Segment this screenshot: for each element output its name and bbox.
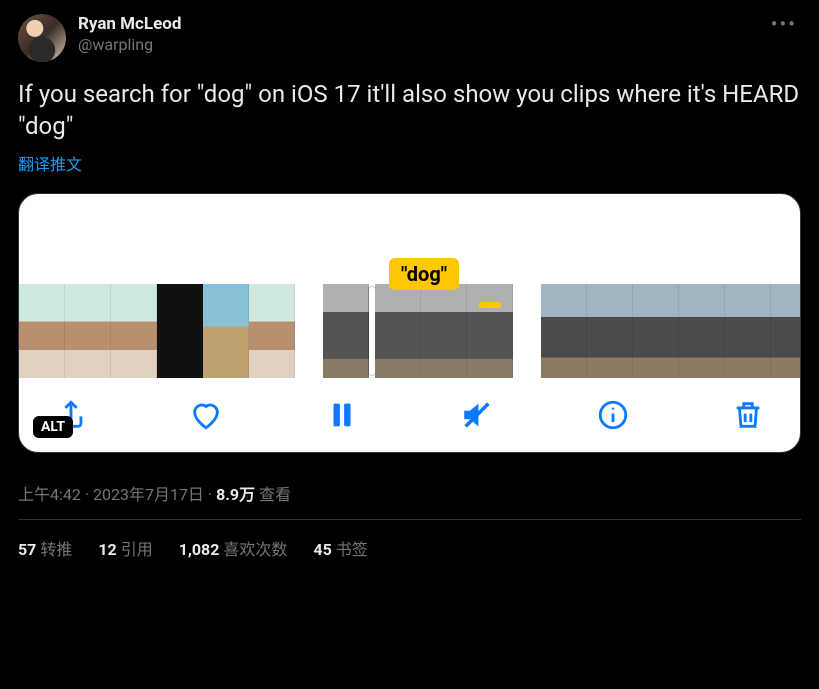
- thumbnail: [249, 284, 295, 378]
- tweet-time[interactable]: 上午4:42: [18, 485, 81, 504]
- clip-group-2[interactable]: [323, 284, 513, 378]
- media-card: "dog": [18, 193, 801, 453]
- thumbnail: [725, 284, 771, 378]
- thumbnail: [679, 284, 725, 378]
- more-icon[interactable]: •••: [771, 14, 797, 34]
- thumbnail: [19, 284, 65, 378]
- user-name-block[interactable]: Ryan McLeod @warpling: [78, 14, 181, 55]
- meta-row: 上午4:42 · 2023年7月17日 · 8.9万 查看: [0, 481, 819, 505]
- retweets-stat[interactable]: 57转推: [18, 536, 72, 560]
- bookmarks-stat[interactable]: 45书签: [313, 536, 367, 560]
- stats-row: 57转推 12引用 1,082喜欢次数 45书签: [0, 520, 819, 564]
- alt-badge[interactable]: ALT: [33, 416, 73, 438]
- views-count: 8.9万: [216, 485, 255, 504]
- search-tooltip: "dog": [389, 258, 459, 290]
- trash-icon[interactable]: [726, 393, 770, 437]
- video-timeline[interactable]: [19, 284, 800, 378]
- thumbnail: [633, 284, 679, 378]
- thumbnail: [375, 284, 421, 378]
- thumbnail: [421, 284, 467, 378]
- display-name: Ryan McLeod: [78, 14, 181, 35]
- thumbnail: [65, 284, 111, 378]
- quotes-stat[interactable]: 12引用: [98, 536, 152, 560]
- views-label: 查看: [255, 485, 291, 504]
- heart-icon[interactable]: [184, 393, 228, 437]
- media-top: "dog": [19, 194, 800, 284]
- avatar[interactable]: [18, 14, 66, 62]
- thumbnail: [587, 284, 633, 378]
- thumbnail: [157, 284, 203, 378]
- pause-icon[interactable]: [320, 393, 364, 437]
- media-toolbar: [19, 378, 800, 452]
- thumbnail: [203, 284, 249, 378]
- thumbnail: [323, 284, 369, 378]
- thumbnail: [771, 284, 801, 378]
- tweet-date[interactable]: 2023年7月17日: [93, 485, 204, 504]
- info-icon[interactable]: [591, 393, 635, 437]
- mute-icon[interactable]: [455, 393, 499, 437]
- translate-link[interactable]: 翻译推文: [18, 151, 801, 175]
- thumbnail: [541, 284, 587, 378]
- thumbnail: [111, 284, 157, 378]
- tooltip-marker: [479, 302, 501, 308]
- tweet-text: If you search for "dog" on iOS 17 it'll …: [18, 78, 801, 143]
- thumbnail: [467, 284, 513, 378]
- likes-stat[interactable]: 1,082喜欢次数: [179, 536, 288, 560]
- user-handle: @warpling: [78, 35, 181, 55]
- tweet-container: Ryan McLeod @warpling ••• If you search …: [0, 0, 819, 463]
- tweet-header: Ryan McLeod @warpling •••: [18, 14, 801, 62]
- clip-group-1[interactable]: [19, 284, 295, 378]
- clip-group-3[interactable]: [541, 284, 801, 378]
